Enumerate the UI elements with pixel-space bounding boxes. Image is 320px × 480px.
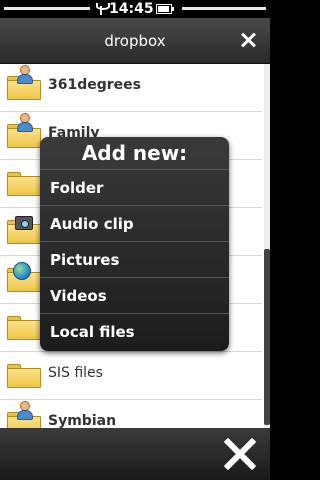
menu-item-label: Folder <box>50 179 104 197</box>
user-folder-icon <box>7 113 41 148</box>
battery-strength-bar <box>182 7 266 10</box>
status-bar: 14:45 <box>0 0 270 18</box>
folder-icon <box>7 316 41 340</box>
signal-strength-bar <box>4 7 90 10</box>
menu-item-local-files[interactable]: Local files <box>40 313 229 349</box>
folder-icon <box>7 364 41 388</box>
popup-title: Add new: <box>81 141 188 165</box>
list-item[interactable]: 361degrees <box>0 64 262 112</box>
scrollbar-thumb[interactable] <box>264 249 270 425</box>
menu-item-label: Audio clip <box>50 215 134 233</box>
bottom-toolbar <box>0 428 270 480</box>
list-item-label: 361degrees <box>48 77 141 93</box>
list-item[interactable]: Symbian <box>0 400 262 428</box>
camera-folder-icon <box>7 216 41 244</box>
user-folder-icon <box>7 65 41 100</box>
list-item[interactable]: SIS files <box>0 352 262 400</box>
user-folder-icon <box>7 401 41 428</box>
folder-icon <box>7 172 41 196</box>
globe-folder-icon <box>7 262 41 292</box>
add-new-popup: Add new: Folder Audio clip Pictures Vide… <box>40 137 229 351</box>
close-icon[interactable] <box>238 30 258 50</box>
close-icon[interactable] <box>222 436 258 472</box>
title-bar: dropbox <box>0 18 270 64</box>
status-center: 14:45 <box>96 0 154 18</box>
menu-item-videos[interactable]: Videos <box>40 277 229 313</box>
page-title: dropbox <box>104 32 166 50</box>
list-item-label: SIS files <box>48 365 103 381</box>
list-item-label: Symbian <box>48 413 117 428</box>
menu-item-label: Local files <box>50 323 135 341</box>
menu-item-label: Pictures <box>50 251 120 269</box>
menu-item-audio-clip[interactable]: Audio clip <box>40 205 229 241</box>
menu-item-label: Videos <box>50 287 107 305</box>
antenna-icon <box>96 3 106 15</box>
scrollbar-track[interactable] <box>264 64 270 428</box>
clock: 14:45 <box>109 1 154 17</box>
battery-level <box>158 6 170 12</box>
battery-icon <box>156 4 174 14</box>
menu-item-folder[interactable]: Folder <box>40 169 229 205</box>
menu-item-pictures[interactable]: Pictures <box>40 241 229 277</box>
